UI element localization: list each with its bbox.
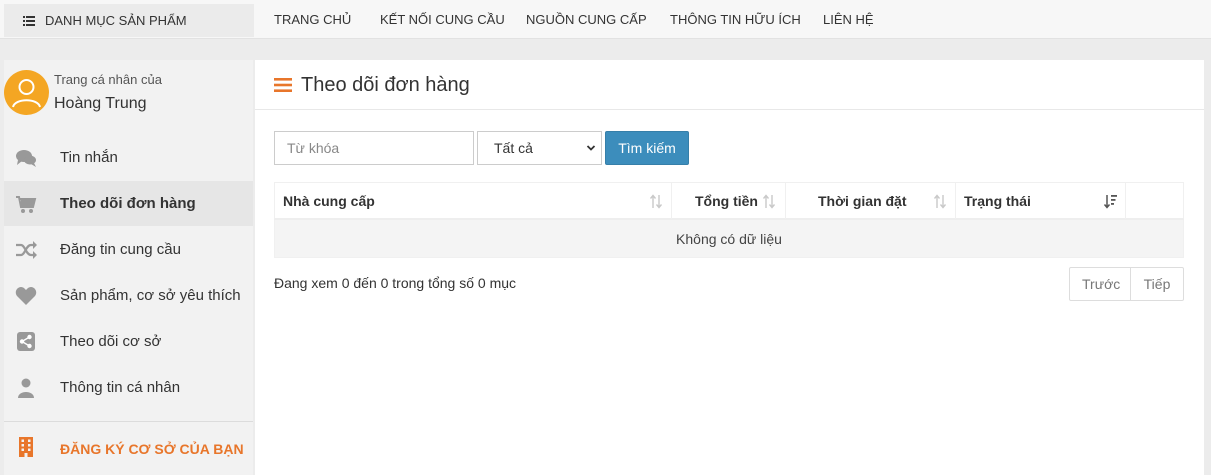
- pagination: Trước Tiếp: [1069, 267, 1184, 301]
- keyword-input[interactable]: [274, 131, 474, 165]
- chevron-down-icon: [586, 145, 596, 151]
- sidebar-item-label: Theo dõi cơ sở: [60, 333, 162, 350]
- table-header: Nhà cung cấp Tổng tiền Thời gian đặt Trạ…: [274, 182, 1184, 220]
- heart-icon: [15, 287, 37, 305]
- sidebar-item-label: Theo dõi đơn hàng: [60, 195, 196, 212]
- status-select-value: Tất cả: [494, 140, 533, 156]
- sidebar-item-post-supply-demand[interactable]: Đăng tin cung cầu: [4, 227, 253, 272]
- nav-suppliers[interactable]: NGUỒN CUNG CẤP: [526, 0, 647, 39]
- column-label: Nhà cung cấp: [283, 193, 375, 209]
- share-icon: [17, 332, 35, 351]
- profile-caption: Trang cá nhân của: [54, 72, 162, 87]
- page-gutter: [1204, 60, 1211, 475]
- nav-home[interactable]: TRANG CHỦ: [274, 0, 351, 39]
- column-label: Trạng thái: [964, 193, 1031, 209]
- sidebar-item-profile-info[interactable]: Thông tin cá nhân: [4, 365, 253, 410]
- sidebar-item-messages[interactable]: Tin nhắn: [4, 135, 253, 180]
- column-status[interactable]: Trạng thái: [956, 183, 1126, 219]
- category-menu-button[interactable]: DANH MỤC SẢN PHẨM: [4, 4, 254, 37]
- main-panel: Theo dõi đơn hàng Tất cả Tìm kiếm Nhà cu…: [255, 60, 1204, 475]
- sidebar-item-follow-facility[interactable]: Theo dõi cơ sở: [4, 319, 253, 364]
- cart-icon: [16, 196, 37, 213]
- prev-page-button[interactable]: Trước: [1070, 268, 1131, 300]
- user-icon: [18, 378, 34, 398]
- panel-header: Theo dõi đơn hàng: [255, 60, 1204, 110]
- nav-supply-demand[interactable]: KẾT NỐI CUNG CẦU: [380, 0, 505, 39]
- column-total[interactable]: Tổng tiền: [672, 183, 786, 219]
- orders-table: Nhà cung cấp Tổng tiền Thời gian đặt Trạ…: [274, 182, 1184, 258]
- sidebar-item-label: Đăng tin cung cầu: [60, 241, 181, 258]
- sidebar-item-label: Thông tin cá nhân: [60, 379, 181, 396]
- sort-icon: [649, 194, 663, 209]
- register-facility-link[interactable]: ĐĂNG KÝ CƠ SỞ CỦA BẠN: [4, 426, 253, 471]
- column-label: Tổng tiền: [695, 193, 758, 209]
- table-empty-row: Không có dữ liệu: [274, 220, 1184, 258]
- search-button[interactable]: Tìm kiếm: [605, 131, 689, 165]
- sidebar-item-label: Sản phẩm, cơ sở yêu thích: [60, 287, 241, 304]
- avatar[interactable]: [4, 70, 49, 115]
- sort-icon: [933, 194, 947, 209]
- sort-desc-icon: [1103, 195, 1117, 209]
- building-icon: [19, 437, 33, 457]
- table-info: Đang xem 0 đến 0 trong tổng số 0 mục: [274, 275, 517, 291]
- sidebar-divider: [4, 421, 253, 422]
- register-facility-label: ĐĂNG KÝ CƠ SỞ CỦA BẠN: [60, 441, 244, 457]
- chat-icon: [16, 150, 36, 167]
- sidebar-item-order-tracking[interactable]: Theo dõi đơn hàng: [4, 181, 253, 226]
- hamburger-icon: [274, 78, 292, 92]
- nav-contact[interactable]: LIÊN HỆ: [823, 0, 874, 39]
- profile-header: Trang cá nhân của Hoàng Trung: [4, 68, 253, 120]
- shuffle-icon: [16, 241, 37, 259]
- column-supplier[interactable]: Nhà cung cấp: [275, 183, 672, 219]
- column-label: Thời gian đặt: [818, 193, 907, 209]
- sidebar-item-favorites[interactable]: Sản phẩm, cơ sở yêu thích: [4, 273, 253, 318]
- next-page-button[interactable]: Tiếp: [1131, 268, 1183, 300]
- status-select[interactable]: Tất cả: [477, 131, 602, 165]
- nav-useful-info[interactable]: THÔNG TIN HỮU ÍCH: [670, 0, 801, 39]
- sort-icon: [762, 194, 776, 209]
- sidebar-item-label: Tin nhắn: [60, 149, 118, 166]
- column-order-time[interactable]: Thời gian đặt: [786, 183, 956, 219]
- list-icon: [23, 15, 35, 26]
- sidebar: Trang cá nhân của Hoàng Trung Tin nhắn T…: [4, 60, 253, 475]
- profile-name: Hoàng Trung: [54, 95, 147, 112]
- category-menu-label: DANH MỤC SẢN PHẨM: [45, 13, 187, 28]
- page-title: Theo dõi đơn hàng: [301, 74, 470, 96]
- column-actions: [1126, 183, 1183, 219]
- top-navbar: DANH MỤC SẢN PHẨM TRANG CHỦ KẾT NỐI CUNG…: [0, 0, 1211, 39]
